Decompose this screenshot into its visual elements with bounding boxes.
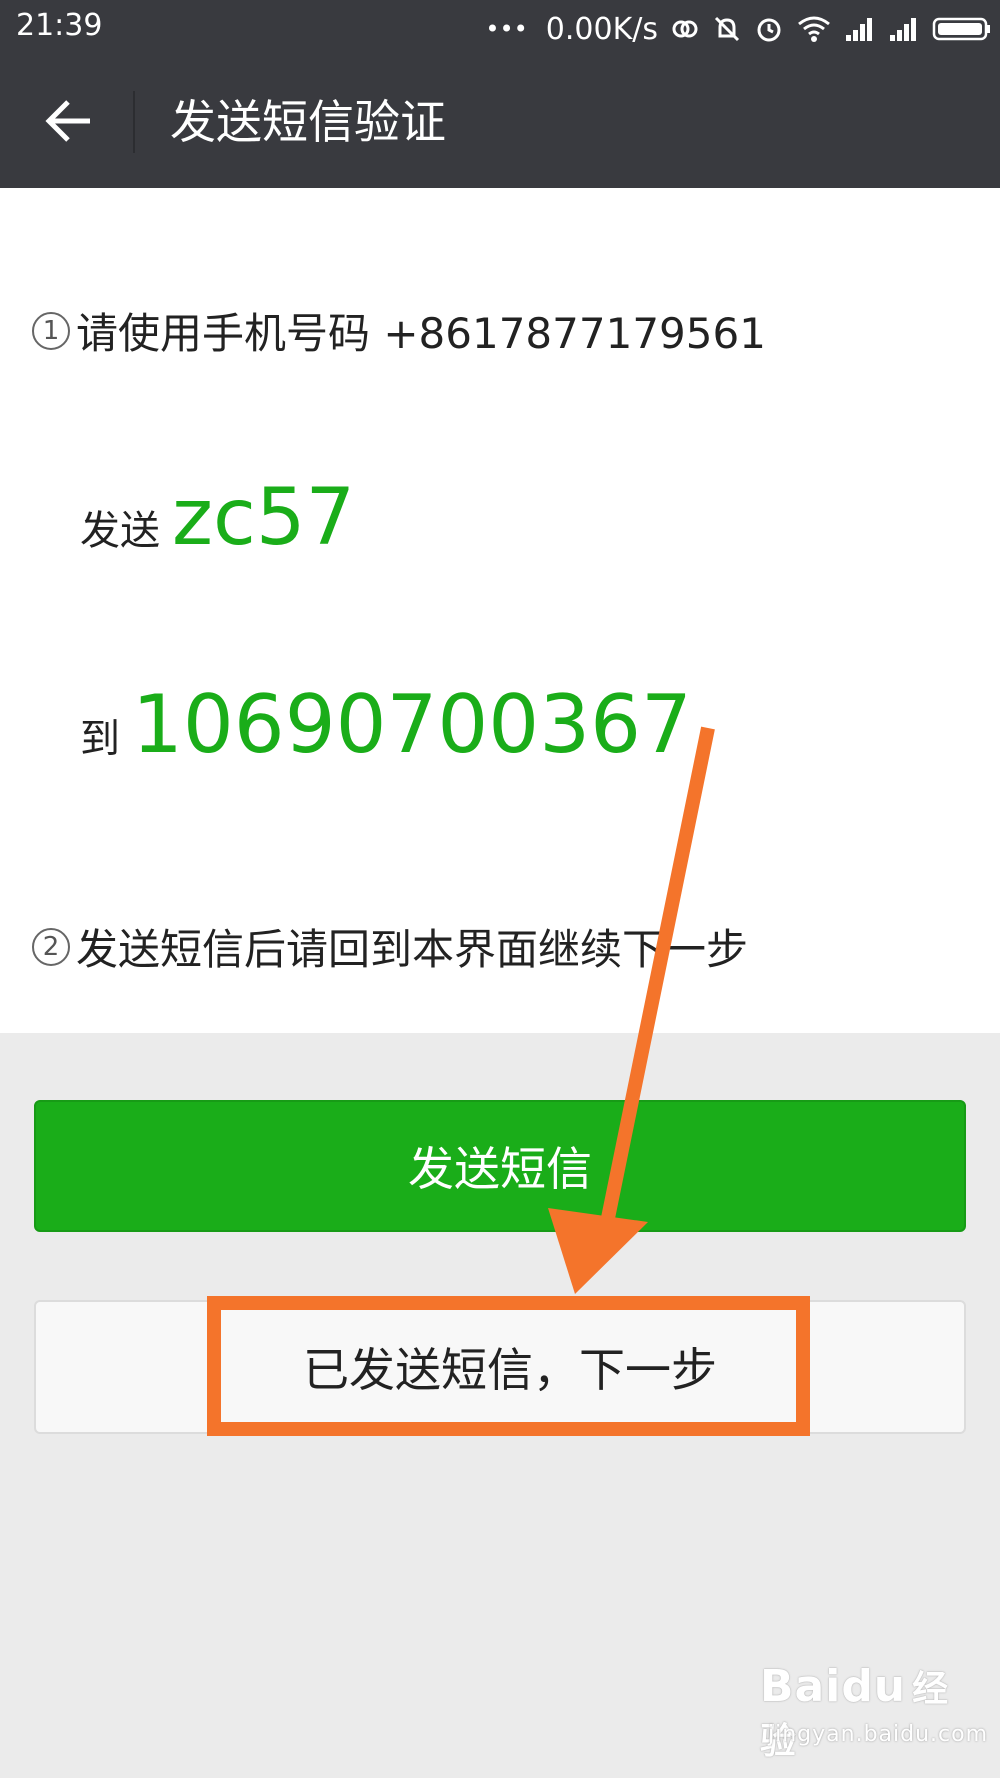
watermark-logo: Baidu 经验: [760, 1660, 970, 1764]
watermark-url: jingyan.baidu.com: [768, 1722, 989, 1747]
watermark-logo-text: Bai: [760, 1661, 842, 1712]
annotation-arrow: [548, 726, 715, 1294]
baidu-watermark: Baidu 经验 jingyan.baidu.com: [760, 1660, 987, 1762]
watermark-logo-tail: du: [841, 1661, 907, 1712]
